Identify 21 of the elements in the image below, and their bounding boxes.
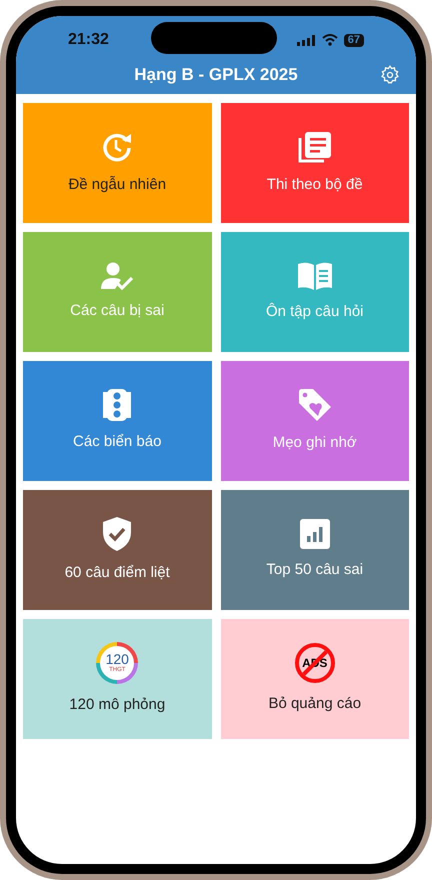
menu-tile[interactable]: 60 câu điểm liệt (23, 490, 212, 610)
menu-tile[interactable]: Top 50 câu sai (220, 490, 409, 610)
heart-tag-icon (298, 388, 332, 422)
shield-check-icon (102, 516, 132, 552)
documents-icon (298, 130, 332, 164)
battery-indicator: 67 (344, 34, 364, 46)
menu-tile[interactable]: Đề ngẫu nhiên (23, 103, 212, 223)
menu-tile[interactable]: Thi theo bộ đề (220, 103, 409, 223)
traffic-light-icon (103, 388, 132, 421)
badge-number: 120 (106, 652, 129, 666)
wifi-icon (322, 34, 338, 46)
open-book-icon (296, 260, 333, 291)
settings-icon[interactable] (380, 65, 400, 85)
status-time: 21:32 (68, 30, 109, 50)
signal-icon (296, 34, 316, 46)
bar-chart-icon (300, 518, 330, 549)
menu-tile[interactable]: Ôn tập câu hỏi (220, 232, 409, 352)
user-check-icon (101, 262, 134, 290)
menu-tile[interactable]: Các biển báo (23, 361, 212, 481)
menu-tile[interactable]: Mẹo ghi nhớ (220, 361, 409, 481)
app-title: Hạng B - GPLX 2025 (134, 64, 298, 86)
